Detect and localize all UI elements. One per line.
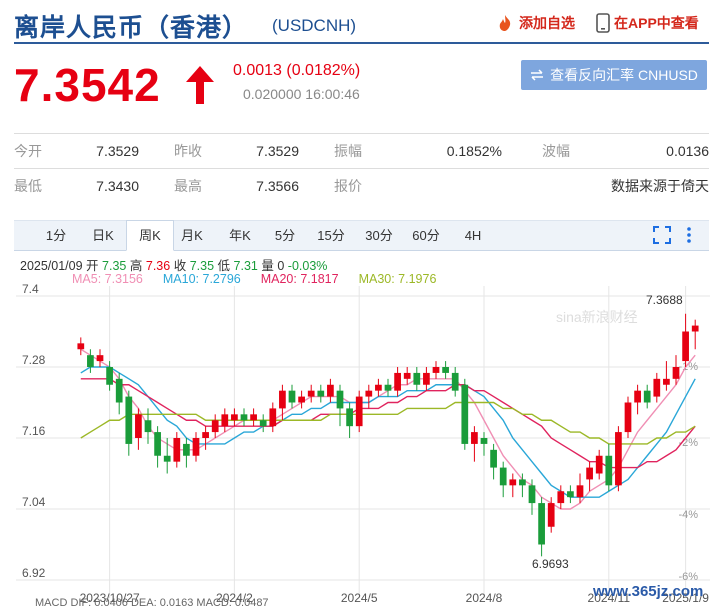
candle-body bbox=[451, 372, 459, 391]
pct-tick-label: -6% bbox=[678, 571, 698, 583]
candle-body bbox=[423, 372, 430, 385]
watermark: sina新浪财经 bbox=[556, 309, 638, 325]
candle-body bbox=[96, 355, 104, 362]
candle-body bbox=[250, 414, 257, 421]
macd-info: MACD DIF: 0.0406 DEA: 0.0163 MACD: 0.048… bbox=[35, 597, 269, 609]
candle-body bbox=[355, 396, 363, 427]
candle-body bbox=[163, 455, 171, 462]
y-tick-label: 6.92 bbox=[22, 566, 46, 580]
y-tick-label: 7.04 bbox=[22, 495, 46, 509]
candle-body bbox=[634, 390, 641, 403]
candle-body bbox=[567, 491, 574, 498]
candle-body bbox=[682, 331, 689, 362]
candle-body bbox=[144, 420, 152, 433]
candle-body bbox=[221, 414, 229, 427]
candle-body bbox=[279, 390, 286, 409]
candle-body bbox=[336, 390, 344, 409]
max-annotation: 7.3688 bbox=[646, 293, 683, 307]
candle-body bbox=[87, 355, 94, 367]
candle-body bbox=[643, 390, 651, 403]
candle-body bbox=[211, 420, 219, 433]
min-annotation: 6.9693 bbox=[532, 557, 569, 571]
candle-body bbox=[375, 384, 382, 391]
candle-body bbox=[653, 378, 661, 397]
y-tick-label: 7.16 bbox=[22, 424, 46, 438]
candle-body bbox=[557, 491, 565, 504]
candle-body bbox=[605, 455, 613, 486]
candle-body bbox=[691, 325, 699, 332]
candle-body bbox=[183, 443, 190, 456]
candle-body bbox=[528, 485, 536, 504]
candle-body bbox=[202, 432, 209, 438]
candle-body bbox=[231, 414, 238, 421]
candle-body bbox=[576, 485, 584, 498]
candle-body bbox=[269, 408, 277, 427]
candle-body bbox=[480, 438, 488, 444]
candle-body bbox=[499, 467, 507, 486]
ma-line-ma5 bbox=[80, 348, 696, 510]
candle-body bbox=[663, 378, 670, 385]
pct-tick-label: -4% bbox=[678, 509, 698, 521]
candle-body bbox=[365, 390, 373, 397]
candle-body bbox=[519, 479, 526, 486]
candle-body bbox=[317, 390, 325, 397]
candle-body bbox=[288, 390, 296, 403]
candle-body bbox=[432, 367, 440, 373]
candle-body bbox=[595, 455, 603, 474]
y-tick-label: 7.28 bbox=[22, 353, 46, 367]
x-tick-label: 2024/5 bbox=[341, 591, 378, 605]
candle-body bbox=[586, 467, 593, 480]
candle-body bbox=[173, 438, 181, 462]
candle-body bbox=[471, 432, 478, 444]
candle-body bbox=[77, 343, 85, 350]
kline-chart[interactable]: 7.47.287.167.046.922023/10/27 2024/2 2024/… bbox=[0, 0, 713, 605]
candle-body bbox=[327, 384, 334, 397]
candle-body bbox=[259, 420, 267, 427]
candle-body bbox=[442, 367, 449, 373]
candle-body bbox=[135, 414, 142, 438]
candle-body bbox=[125, 396, 133, 444]
candle-body bbox=[115, 378, 123, 403]
y-tick-label: 7.4 bbox=[22, 282, 39, 296]
candle-body bbox=[154, 432, 161, 456]
candle-body bbox=[461, 384, 469, 444]
candle-body bbox=[346, 408, 353, 427]
x-tick-label: 2024/8 bbox=[466, 591, 503, 605]
candle-body bbox=[384, 384, 392, 391]
candle-body bbox=[403, 372, 411, 379]
candle-body bbox=[192, 438, 200, 456]
candle-body bbox=[394, 372, 401, 391]
candle-body bbox=[307, 390, 315, 397]
candle-body bbox=[413, 372, 421, 385]
candle-body bbox=[672, 367, 680, 379]
candle-body bbox=[490, 449, 497, 468]
site-watermark: www.365jz.com bbox=[592, 583, 703, 600]
candle-body bbox=[240, 414, 248, 421]
candle-body bbox=[509, 479, 517, 486]
candle-body bbox=[538, 503, 545, 545]
candle-body bbox=[298, 396, 305, 403]
candle-body bbox=[106, 367, 113, 385]
candle-body bbox=[624, 402, 632, 433]
candle-body bbox=[547, 503, 555, 527]
candle-body bbox=[615, 432, 622, 486]
